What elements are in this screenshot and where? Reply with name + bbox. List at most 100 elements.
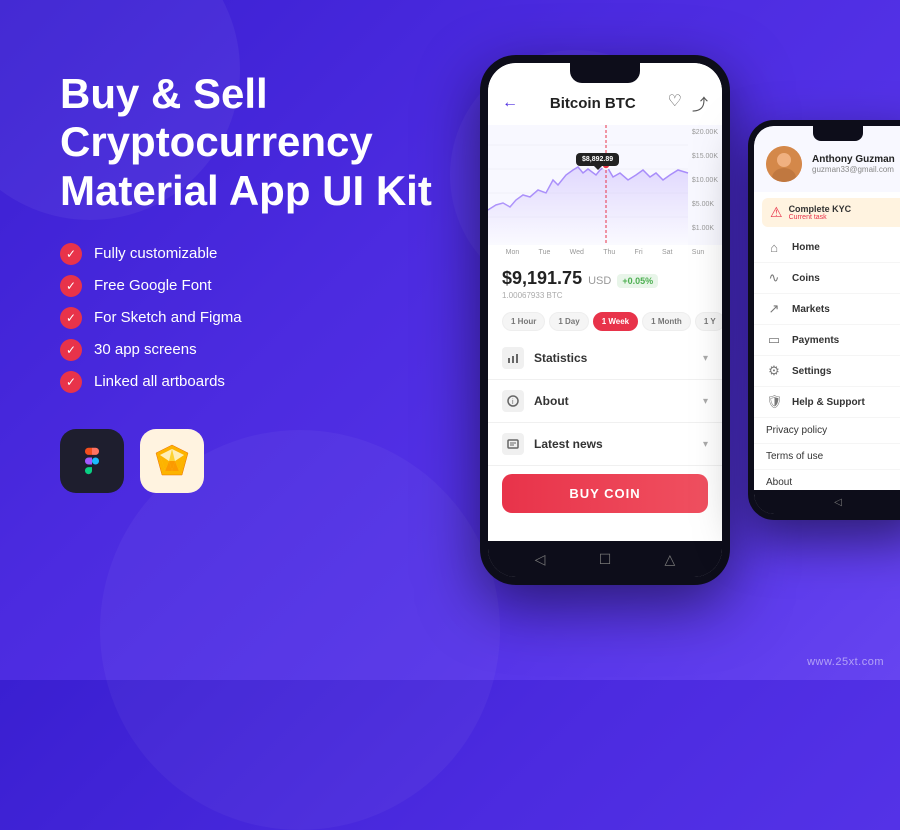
payments-icon: ▭ (766, 332, 782, 348)
header-icons: ♡ ⤴ (668, 91, 708, 115)
kyc-info: Complete KYC Current task (789, 204, 852, 221)
feature-item: ✓ Fully customizable (60, 243, 440, 265)
price-btc: 1.00067933 BTC (502, 291, 708, 300)
day-fri: Fri (635, 249, 643, 256)
check-icon: ✓ (60, 275, 82, 297)
latestnews-chevron: ▾ (703, 439, 708, 450)
payments-label: Payments (792, 335, 839, 346)
accordion-about[interactable]: i About ▾ (488, 380, 722, 423)
back-icon[interactable]: ← (502, 94, 518, 112)
statistics-icon (502, 347, 524, 369)
feature-text: Linked all artboards (94, 373, 225, 390)
help-label: Help & Support (792, 397, 865, 408)
user-info: Anthony Guzman guzman33@gmail.com (812, 154, 895, 174)
coins-icon: ∿ (766, 270, 782, 286)
side-menu-markets[interactable]: ↗ Markets (754, 294, 900, 325)
time-btn-1year[interactable]: 1 Y (695, 312, 722, 331)
feature-item: ✓ For Sketch and Figma (60, 307, 440, 329)
chart-days: Mon Tue Wed Thu Fri Sat Sun (488, 245, 722, 260)
feature-item: ✓ Linked all artboards (60, 371, 440, 393)
kyc-warning-icon: ⚠ (770, 204, 783, 221)
price-value: $9,191.75 (502, 268, 582, 289)
feature-text: Fully customizable (94, 245, 217, 262)
check-icon: ✓ (60, 243, 82, 265)
watermark: www.25xt.com (807, 656, 884, 668)
side-menu-help[interactable]: 🛡 Help & Support (754, 387, 900, 418)
side-phone-screen: Anthony Guzman guzman33@gmail.com ⚠ Comp… (754, 126, 900, 514)
latestnews-icon (502, 433, 524, 455)
time-filters: 1 Hour 1 Day 1 Week 1 Month 1 Y (488, 306, 722, 337)
feature-item: ✓ Free Google Font (60, 275, 440, 297)
kyc-subtitle: Current task (789, 214, 852, 221)
feature-item: ✓ 30 app screens (60, 339, 440, 361)
price-section: $9,191.75 USD +0.05% 1.00067933 BTC (488, 260, 722, 306)
kyc-banner[interactable]: ⚠ Complete KYC Current task (762, 198, 900, 227)
time-btn-1hour[interactable]: 1 Hour (502, 312, 545, 331)
check-icon: ✓ (60, 339, 82, 361)
sketch-logo (140, 429, 204, 493)
home-label: Home (792, 242, 820, 253)
heart-icon[interactable]: ♡ (668, 91, 682, 115)
nav-back[interactable]: ◁ (535, 551, 546, 568)
day-sun: Sun (692, 249, 704, 256)
settings-icon: ⚙ (766, 363, 782, 379)
left-content: Buy & Sell Cryptocurrency Material App U… (60, 70, 440, 493)
share-icon[interactable]: ⤴ (692, 91, 708, 115)
chart-tooltip: $8,892.89 (576, 153, 619, 166)
side-menu-coins[interactable]: ∿ Coins (754, 263, 900, 294)
buy-coin-button[interactable]: BUY COIN (502, 474, 708, 513)
tool-logos (60, 429, 440, 493)
chart-area: $20.00K $15.00K $10.00K $5.00K $1.00K (488, 125, 722, 245)
day-tue: Tue (539, 249, 551, 256)
side-menu-payments[interactable]: ▭ Payments (754, 325, 900, 356)
markets-label: Markets (792, 304, 830, 315)
coins-label: Coins (792, 273, 820, 284)
nav-recent[interactable]: △ (665, 551, 676, 568)
accordion-statistics[interactable]: Statistics ▾ (488, 337, 722, 380)
day-wed: Wed (570, 249, 584, 256)
day-mon: Mon (506, 249, 520, 256)
price-main: $9,191.75 USD +0.05% (502, 268, 708, 289)
main-title: Buy & Sell Cryptocurrency Material App U… (60, 70, 440, 215)
side-menu-home[interactable]: ⌂ Home (754, 233, 900, 263)
help-icon: 🛡 (766, 394, 782, 410)
home-icon: ⌂ (766, 240, 782, 255)
statistics-chevron: ▾ (703, 353, 708, 364)
phone-main: ← Bitcoin BTC ♡ ⤴ $20.00K $15.00K $10.00… (480, 55, 730, 585)
side-phone-notch (813, 126, 863, 141)
price-currency: USD (588, 275, 611, 287)
time-btn-1month[interactable]: 1 Month (642, 312, 691, 331)
kyc-title: Complete KYC (789, 204, 852, 214)
accordion-latestnews[interactable]: Latest news ▾ (488, 423, 722, 466)
side-nav-back[interactable]: ◁ (834, 497, 842, 508)
phone-screen: ← Bitcoin BTC ♡ ⤴ $20.00K $15.00K $10.00… (488, 63, 722, 577)
figma-logo (60, 429, 124, 493)
time-btn-1week[interactable]: 1 Week (593, 312, 638, 331)
nav-home[interactable]: ☐ (599, 551, 612, 568)
side-bottom-nav: ◁ (754, 490, 900, 514)
day-thu: Thu (603, 249, 615, 256)
markets-icon: ↗ (766, 301, 782, 317)
price-change: +0.05% (617, 274, 658, 288)
settings-label: Settings (792, 366, 831, 377)
about-chevron: ▾ (703, 396, 708, 407)
side-menu-settings[interactable]: ⚙ Settings (754, 356, 900, 387)
svg-text:i: i (512, 399, 514, 406)
about-icon: i (502, 390, 524, 412)
feature-text: Free Google Font (94, 277, 212, 294)
time-btn-1day[interactable]: 1 Day (549, 312, 588, 331)
phone-notch (570, 63, 640, 83)
feature-text: 30 app screens (94, 341, 197, 358)
features-list: ✓ Fully customizable ✓ Free Google Font ✓ For… (60, 243, 440, 393)
app-header-title: Bitcoin BTC (550, 95, 636, 112)
side-terms-of-use[interactable]: Terms of use (754, 444, 900, 470)
chart-svg (488, 125, 722, 245)
feature-text: For Sketch and Figma (94, 309, 242, 326)
side-privacy-policy[interactable]: Privacy policy (754, 418, 900, 444)
check-icon: ✓ (60, 307, 82, 329)
user-email: guzman33@gmail.com (812, 165, 895, 174)
user-avatar (766, 146, 802, 182)
check-icon: ✓ (60, 371, 82, 393)
day-sat: Sat (662, 249, 673, 256)
phone-bottom-nav: ◁ ☐ △ (488, 541, 722, 577)
